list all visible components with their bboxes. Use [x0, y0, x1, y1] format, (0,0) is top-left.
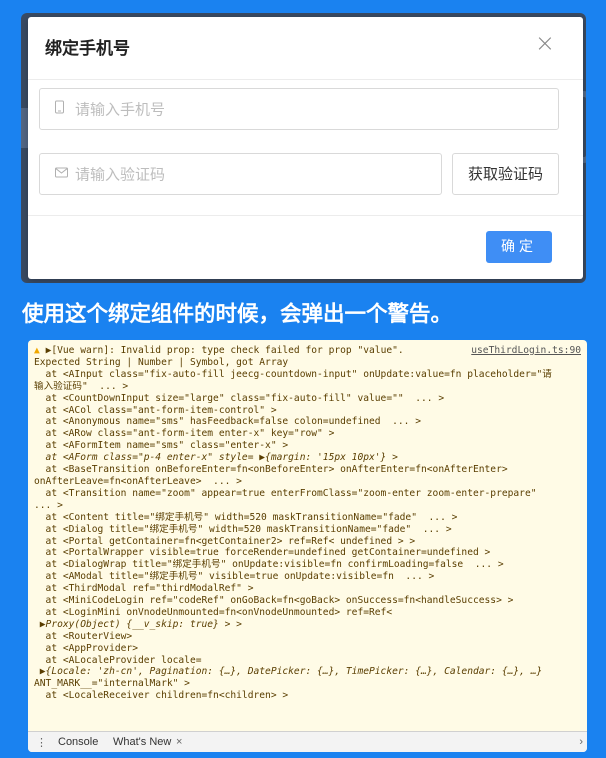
console-line: at <Content title="绑定手机号" width=520 mask…	[34, 511, 458, 523]
console-line: at <ALocaleProvider locale=	[34, 654, 202, 666]
console-line: at <RouterView>	[34, 630, 133, 642]
console-line: at <AFormItem name="sms" class="enter-x"…	[34, 440, 289, 452]
divider	[28, 215, 583, 216]
mail-icon	[55, 167, 68, 182]
phone-input[interactable]: 请输入手机号	[39, 88, 559, 130]
chevron-right-icon[interactable]: ›	[579, 736, 583, 748]
console-line[interactable]: ▶Proxy(Object) {__v_skip: true} > >	[34, 619, 581, 631]
close-icon[interactable]: ×	[176, 736, 182, 748]
console-line: at <ThirdModal ref="thirdModalRef" >	[34, 583, 254, 595]
get-code-button[interactable]: 获取验证码	[452, 153, 559, 195]
bind-phone-modal: 绑定手机号 × 请输入手机号 请输入验证码 获取验证码 确定	[28, 17, 583, 279]
caption-text: 使用这个绑定组件的时候，会弹出一个警告。	[22, 302, 453, 327]
ok-button[interactable]: 确定	[486, 231, 552, 263]
console-line[interactable]: at <AForm class="p-4 enter-x" style= ▶{m…	[34, 452, 581, 464]
modal-screenshot: 绑定手机号 × 请输入手机号 请输入验证码 获取验证码 确定	[21, 13, 586, 283]
console-line: at <LocaleReceiver children=fn<children>…	[34, 690, 289, 702]
modal-title: 绑定手机号	[45, 39, 130, 59]
phone-placeholder: 请输入手机号	[75, 100, 166, 119]
console-line: at <LoginMini onVnodeUnmounted=fn<onVnod…	[34, 606, 393, 618]
console-line: at <Transition name="zoom" appear=true e…	[34, 487, 537, 499]
console-line: at <Portal getContainer=fn<getContainer2…	[34, 535, 416, 547]
console-line: at <AModal title="绑定手机号" visible=true on…	[34, 571, 435, 583]
console-line: ANT_MARK__="internalMark" >	[34, 678, 190, 690]
code-placeholder: 请输入验证码	[75, 165, 166, 184]
console-line: at <AppProvider>	[34, 642, 138, 654]
console-line: at <CountDownInput size="large" class="f…	[34, 392, 445, 404]
devtools-console: useThirdLogin.ts:90 ▲ ▶[Vue warn]: Inval…	[28, 340, 587, 752]
console-line: at <AInput class="fix-auto-fill jeecg-co…	[34, 368, 552, 380]
tab-console[interactable]: Console	[58, 736, 98, 748]
console-drawer-bar: ⋮ Console What's New × ›	[28, 731, 587, 752]
warning-icon: ▲	[34, 345, 40, 356]
console-line: onAfterLeave=fn<onAfterLeave> ... >	[34, 475, 242, 487]
warning-message: ▲ ▶[Vue warn]: Invalid prop: type check …	[28, 340, 587, 730]
console-line: at <Dialog title="绑定手机号" width=520 maskT…	[34, 523, 452, 535]
console-line: at <BaseTransition onBeforeEnter=fn<onBe…	[34, 464, 508, 476]
menu-icon[interactable]: ⋮	[36, 736, 47, 749]
console-line: Expected String | Number | Symbol, got A…	[34, 356, 289, 368]
console-line: ... >	[34, 499, 63, 511]
close-icon[interactable]: ×	[535, 29, 555, 57]
verification-code-input[interactable]: 请输入验证码	[39, 153, 442, 195]
console-line[interactable]: ▶{Locale: 'zh-cn', Pagination: {…}, Date…	[34, 666, 581, 678]
console-line: at <Anonymous name="sms" hasFeedback=fal…	[34, 416, 421, 428]
mobile-phone-icon	[55, 100, 64, 118]
console-line: at <MiniCodeLogin ref="codeRef" onGoBack…	[34, 595, 514, 607]
console-line: at <DialogWrap title="绑定手机号" onUpdate:vi…	[34, 559, 504, 571]
console-line: at <ACol class="ant-form-item-control" >	[34, 404, 277, 416]
console-line: ▲ ▶[Vue warn]: Invalid prop: type check …	[34, 345, 404, 356]
divider	[28, 79, 583, 80]
console-line: at <PortalWrapper visible=true forceRend…	[34, 547, 491, 559]
tab-whats-new[interactable]: What's New	[113, 736, 171, 748]
console-line: 输入验证码" ... >	[34, 380, 129, 392]
console-line: at <ARow class="ant-form-item enter-x" k…	[34, 428, 335, 440]
